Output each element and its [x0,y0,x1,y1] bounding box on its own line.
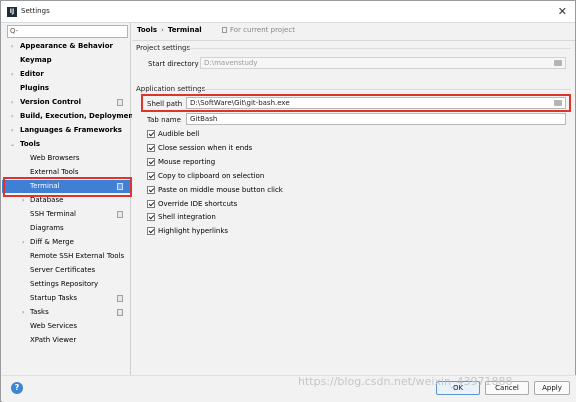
tab-name-field[interactable]: GitBash [186,113,566,125]
checkbox-checked-icon[interactable] [147,130,155,138]
section-divider [186,48,571,49]
section-divider [198,89,571,90]
start-directory-label: Start directory [148,60,199,68]
application-settings-heading: Application settings [136,85,206,93]
sidebar-item-label: Diagrams [30,224,64,232]
chevron-right-icon[interactable]: › [22,306,24,319]
sidebar-item-build[interactable]: › Build, Execution, Deployment [2,110,137,123]
checkbox-checked-icon[interactable] [147,172,155,180]
sidebar-item-diagrams[interactable]: Diagrams [2,222,130,235]
chevron-down-icon[interactable]: ⌄ [10,138,15,151]
settings-sidebar: Q- › Appearance & Behavior Keymap › Edit… [2,23,137,375]
breadcrumb-separator: › [161,26,164,34]
sidebar-item-appearance[interactable]: › Appearance & Behavior [2,40,130,53]
sidebar-item-label: SSH Terminal [30,210,76,218]
project-scope-icon [117,99,123,106]
project-scope-icon [117,309,123,316]
checkbox-checked-icon[interactable] [147,158,155,166]
sidebar-item-label: Appearance & Behavior [20,42,113,50]
settings-window: IJ Settings ✕ Q- › Appearance & Behavior… [0,0,576,402]
chevron-right-icon[interactable]: › [11,110,13,123]
sidebar-item-label: Editor [20,70,44,78]
chevron-right-icon[interactable]: › [11,40,13,53]
sidebar-item-label: Server Certificates [30,266,96,274]
checkbox-label: Shell integration [158,213,216,221]
sidebar-item-label: Version Control [20,98,81,106]
sidebar-item-version-control[interactable]: › Version Control [2,96,130,109]
project-settings-heading: Project settings [136,44,191,52]
sidebar-item-tools[interactable]: ⌄ Tools [2,138,130,151]
chevron-right-icon[interactable]: › [22,236,24,249]
checkbox-checked-icon[interactable] [147,200,155,208]
search-icon: Q- [10,27,19,35]
start-directory-field[interactable]: D:\mavenstudy [200,57,566,69]
sidebar-item-plugins[interactable]: Plugins [2,82,130,95]
watermark-text: https://blog.csdn.net/weixin_43971888 [298,375,513,388]
shell-path-highlight-box [141,94,571,112]
sidebar-item-label: Remote SSH External Tools [30,252,125,260]
header-divider [132,40,575,41]
checkbox-label: Close session when it ends [158,144,253,152]
sidebar-item-startup-tasks[interactable]: Startup Tasks [2,292,130,305]
sidebar-item-remote-ssh[interactable]: Remote SSH External Tools [2,250,130,263]
sidebar-item-label: Startup Tasks [30,294,77,302]
title-bar: IJ Settings ✕ [1,1,575,23]
sidebar-item-tasks[interactable]: › Tasks [2,306,130,319]
checkbox-label: Override IDE shortcuts [158,200,238,208]
window-title: Settings [21,7,50,15]
sidebar-item-keymap[interactable]: Keymap [2,54,130,67]
checkbox-checked-icon[interactable] [147,227,155,235]
sidebar-item-languages[interactable]: › Languages & Frameworks [2,124,130,137]
tab-name-label: Tab name [147,116,181,124]
sidebar-item-label: Diff & Merge [30,238,74,246]
terminal-highlight-box [3,177,132,197]
project-scope-icon [222,27,227,33]
checkbox-checked-icon[interactable] [147,144,155,152]
sidebar-item-xpath-viewer[interactable]: XPath Viewer [2,334,130,347]
sidebar-item-label: Keymap [20,56,52,64]
apply-button[interactable]: Apply [534,381,570,395]
sidebar-item-label: Tools [20,140,41,148]
sidebar-item-server-certificates[interactable]: Server Certificates [2,264,130,277]
intellij-app-icon: IJ [7,7,17,17]
checkbox-label: Highlight hyperlinks [158,227,229,235]
folder-icon[interactable] [554,60,562,66]
start-directory-value: D:\mavenstudy [204,59,258,67]
sidebar-item-label: Web Services [30,322,78,330]
chevron-right-icon[interactable]: › [11,96,13,109]
sidebar-item-label: Tasks [30,308,49,316]
breadcrumb-tools[interactable]: Tools [137,26,157,34]
sidebar-item-label: Settings Repository [30,280,99,288]
sidebar-item-editor[interactable]: › Editor [2,68,130,81]
sidebar-item-label: Plugins [20,84,50,92]
search-input[interactable]: Q- [7,25,128,38]
close-icon[interactable]: ✕ [558,5,567,18]
checkbox-checked-icon[interactable] [147,213,155,221]
checkbox-checked-icon[interactable] [147,186,155,194]
tab-name-value: GitBash [190,115,218,123]
project-scope-icon [117,211,123,218]
sidebar-item-diff-merge[interactable]: › Diff & Merge [2,236,130,249]
sidebar-item-label: XPath Viewer [30,336,77,344]
sidebar-item-label: Build, Execution, Deployment [20,112,137,120]
sidebar-item-label: Web Browsers [30,154,80,162]
sidebar-item-web-services[interactable]: Web Services [2,320,130,333]
checkbox-label: Mouse reporting [158,158,216,166]
chevron-right-icon[interactable]: › [11,68,13,81]
settings-content: Tools › Terminal For current project Proje… [132,23,575,375]
scope-note: For current project [222,26,295,34]
sidebar-item-ssh-terminal[interactable]: SSH Terminal [2,208,130,221]
sidebar-item-web-browsers[interactable]: Web Browsers [2,152,130,165]
breadcrumb-terminal: Terminal [167,26,202,34]
help-icon[interactable]: ? [11,382,23,394]
chevron-right-icon[interactable]: › [11,124,13,137]
breadcrumb: Tools › Terminal [137,26,202,34]
project-scope-icon [117,295,123,302]
checkbox-label: Paste on middle mouse button click [158,186,283,194]
checkbox-label: Audible bell [158,130,200,138]
sidebar-item-settings-repository[interactable]: Settings Repository [2,278,130,291]
checkbox-label: Copy to clipboard on selection [158,172,265,180]
sidebar-item-label: Languages & Frameworks [20,126,122,134]
scope-label: For current project [230,26,295,34]
